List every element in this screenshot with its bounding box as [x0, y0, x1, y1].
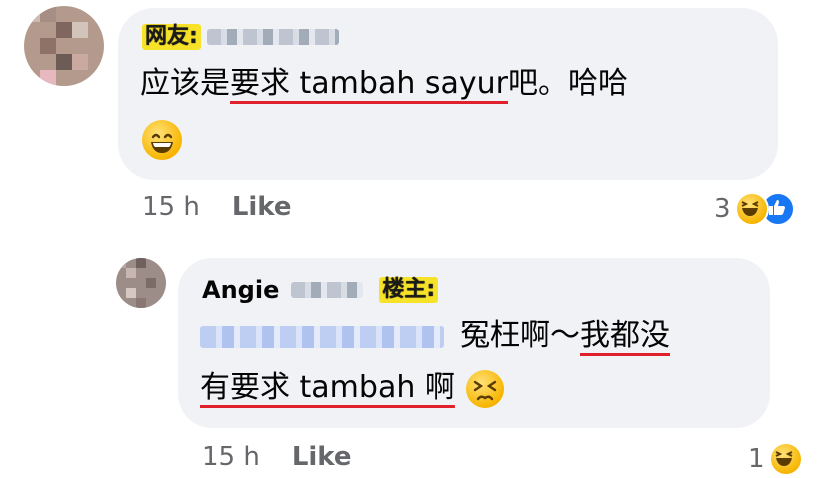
haha-icon [734, 192, 769, 226]
author-tag: 网友: [142, 24, 201, 50]
reply-bubble: Angie 楼主: 冤枉啊～我都没 有要求 tambah 啊 [178, 258, 770, 428]
reply-text-line1: 冤枉啊～我都没 [200, 314, 670, 358]
avatar[interactable] [24, 6, 104, 86]
reaction-summary[interactable]: 3 [714, 192, 795, 226]
comment-bubble: 网友: 应该是要求 tambah sayur吧。哈哈 [118, 8, 778, 180]
blurred-mention[interactable] [200, 325, 444, 348]
reaction-summary[interactable]: 1 [748, 442, 803, 476]
like-button[interactable]: Like [292, 442, 352, 472]
grinning-face-emoji [142, 120, 182, 160]
timestamp[interactable]: 15 h [142, 192, 200, 222]
comment-text: 应该是要求 tambah sayur吧。哈哈 [140, 66, 628, 101]
avatar[interactable] [116, 258, 166, 308]
reaction-count: 1 [748, 444, 765, 474]
author-name[interactable]: Angie [202, 276, 279, 304]
author-tag: 楼主: [379, 277, 439, 303]
persevering-face-emoji [466, 369, 505, 408]
reply-text-line2: 有要求 tambah 啊 [200, 366, 505, 410]
like-button[interactable]: Like [232, 192, 292, 222]
blurred-author-surname[interactable] [291, 282, 364, 298]
timestamp[interactable]: 15 h [202, 442, 260, 472]
reply-meta: 15 h Like [202, 442, 352, 472]
comment-meta: 15 h Like [142, 192, 292, 222]
reaction-count: 3 [714, 194, 731, 224]
blurred-author-name[interactable] [206, 29, 339, 45]
haha-icon [768, 442, 803, 476]
